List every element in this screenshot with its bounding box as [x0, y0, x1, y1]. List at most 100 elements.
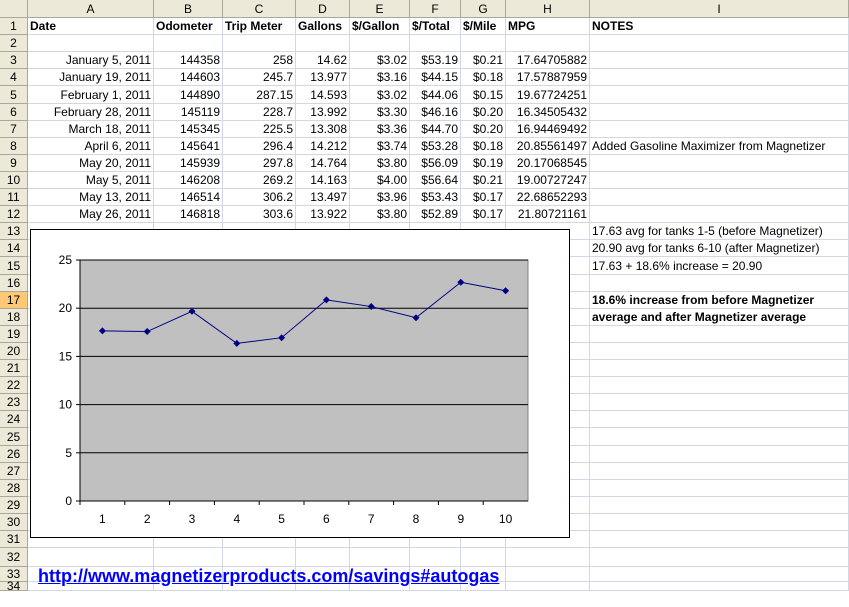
date-cell[interactable]: May 26, 2011 — [28, 206, 154, 223]
value-cell[interactable]: 13.497 — [296, 189, 350, 206]
row-header-14[interactable]: 14 — [0, 240, 28, 257]
value-cell[interactable]: 145119 — [154, 104, 223, 121]
value-cell[interactable]: 17.57887959 — [506, 69, 590, 86]
date-cell[interactable]: January 19, 2011 — [28, 69, 154, 86]
grid-cell[interactable] — [590, 514, 849, 531]
grid-cell[interactable] — [296, 548, 350, 567]
value-cell[interactable]: 22.68652293 — [506, 189, 590, 206]
column-header-d[interactable]: D — [296, 0, 350, 18]
column-header-e[interactable]: E — [350, 0, 410, 18]
grid-cell[interactable] — [590, 52, 849, 69]
value-cell[interactable]: 296.4 — [223, 138, 296, 155]
column-header-c[interactable]: C — [223, 0, 296, 18]
value-cell[interactable]: $0.20 — [461, 121, 506, 138]
value-cell[interactable]: 14.764 — [296, 155, 350, 172]
header--mile[interactable]: $/Mile — [461, 18, 506, 35]
value-cell[interactable]: 19.00727247 — [506, 172, 590, 189]
grid-cell[interactable] — [590, 394, 849, 411]
grid-cell[interactable] — [590, 104, 849, 121]
note-cell[interactable]: Added Gasoline Maximizer from Magnetizer — [590, 138, 849, 155]
value-cell[interactable]: 146818 — [154, 206, 223, 223]
grid-cell[interactable] — [410, 35, 461, 52]
value-cell[interactable]: $3.80 — [350, 155, 410, 172]
header-notes[interactable]: NOTES — [590, 18, 849, 35]
header-date[interactable]: Date — [28, 18, 154, 35]
row-header-10[interactable]: 10 — [0, 172, 28, 189]
grid-cell[interactable] — [590, 360, 849, 377]
date-cell[interactable]: April 6, 2011 — [28, 138, 154, 155]
value-cell[interactable]: $0.15 — [461, 86, 506, 104]
value-cell[interactable]: 258 — [223, 52, 296, 69]
column-header-f[interactable]: F — [410, 0, 461, 18]
grid-cell[interactable] — [590, 567, 849, 582]
grid-cell[interactable] — [590, 326, 849, 343]
value-cell[interactable]: $3.36 — [350, 121, 410, 138]
grid-cell[interactable] — [506, 35, 590, 52]
row-header-24[interactable]: 24 — [0, 411, 28, 428]
value-cell[interactable]: $0.19 — [461, 155, 506, 172]
row-header-21[interactable]: 21 — [0, 360, 28, 377]
header-trip-meter[interactable]: Trip Meter — [223, 18, 296, 35]
grid-cell[interactable] — [590, 377, 849, 394]
grid-cell[interactable] — [461, 35, 506, 52]
value-cell[interactable]: $52.89 — [410, 206, 461, 223]
value-cell[interactable]: $44.06 — [410, 86, 461, 104]
value-cell[interactable]: $56.09 — [410, 155, 461, 172]
row-header-2[interactable]: 2 — [0, 35, 28, 52]
row-header-29[interactable]: 29 — [0, 497, 28, 514]
row-header-20[interactable]: 20 — [0, 343, 28, 360]
date-cell[interactable]: January 5, 2011 — [28, 52, 154, 69]
grid-cell[interactable] — [590, 463, 849, 480]
row-header-9[interactable]: 9 — [0, 155, 28, 172]
grid-cell[interactable] — [223, 548, 296, 567]
value-cell[interactable]: $3.30 — [350, 104, 410, 121]
value-cell[interactable]: 306.2 — [223, 189, 296, 206]
value-cell[interactable]: $0.21 — [461, 52, 506, 69]
value-cell[interactable]: 144358 — [154, 52, 223, 69]
grid-cell[interactable] — [590, 121, 849, 138]
date-cell[interactable]: February 28, 2011 — [28, 104, 154, 121]
header-odometer[interactable]: Odometer — [154, 18, 223, 35]
value-cell[interactable]: 13.977 — [296, 69, 350, 86]
row-header-19[interactable]: 19 — [0, 326, 28, 343]
value-cell[interactable]: $4.00 — [350, 172, 410, 189]
value-cell[interactable]: $0.18 — [461, 138, 506, 155]
date-cell[interactable]: May 13, 2011 — [28, 189, 154, 206]
column-header-a[interactable]: A — [28, 0, 154, 18]
row-header-4[interactable]: 4 — [0, 69, 28, 86]
grid-cell[interactable] — [590, 411, 849, 428]
note-summary-line1[interactable]: 18.6% increase from before Magnetizer — [590, 292, 849, 309]
value-cell[interactable]: 17.64705882 — [506, 52, 590, 69]
value-cell[interactable]: 269.2 — [223, 172, 296, 189]
value-cell[interactable]: $44.70 — [410, 121, 461, 138]
value-cell[interactable]: $0.17 — [461, 189, 506, 206]
row-header-23[interactable]: 23 — [0, 394, 28, 411]
grid-cell[interactable] — [590, 497, 849, 514]
grid-cell[interactable] — [590, 35, 849, 52]
value-cell[interactable]: 144603 — [154, 69, 223, 86]
row-header-31[interactable]: 31 — [0, 531, 28, 548]
date-cell[interactable]: May 5, 2011 — [28, 172, 154, 189]
mpg-line-chart[interactable]: 0 5 10 15 20 25 1 2 3 4 5 6 7 8 9 10 — [30, 229, 570, 538]
value-cell[interactable]: $46.16 — [410, 104, 461, 121]
grid-cell[interactable] — [28, 35, 154, 52]
value-cell[interactable]: $53.28 — [410, 138, 461, 155]
row-header-34[interactable]: 34 — [0, 579, 28, 593]
grid-cell[interactable] — [506, 567, 590, 582]
value-cell[interactable]: 146514 — [154, 189, 223, 206]
value-cell[interactable]: 13.308 — [296, 121, 350, 138]
column-header-b[interactable]: B — [154, 0, 223, 18]
value-cell[interactable]: 145939 — [154, 155, 223, 172]
row-header-32[interactable]: 32 — [0, 548, 28, 567]
value-cell[interactable]: $0.18 — [461, 69, 506, 86]
grid-cell[interactable] — [506, 582, 590, 591]
row-header-15[interactable]: 15 — [0, 257, 28, 275]
row-header-26[interactable]: 26 — [0, 446, 28, 463]
row-header-12[interactable]: 12 — [0, 206, 28, 223]
row-header-17[interactable]: 17 — [0, 292, 28, 309]
row-header-8[interactable]: 8 — [0, 138, 28, 155]
row-header-5[interactable]: 5 — [0, 86, 28, 104]
grid-cell[interactable] — [590, 582, 849, 591]
value-cell[interactable]: 20.85561497 — [506, 138, 590, 155]
grid-cell[interactable] — [590, 206, 849, 223]
